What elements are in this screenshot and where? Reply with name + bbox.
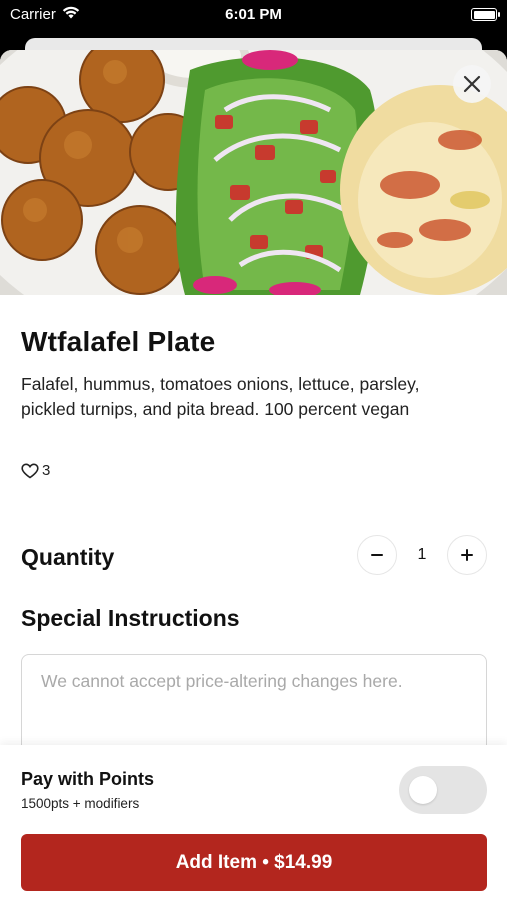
battery-fill [473,10,495,19]
plus-icon [461,549,473,561]
item-sheet: Wtfalafel Plate Falafel, hummus, tomatoe… [0,50,507,900]
close-button[interactable] [453,65,491,103]
item-description: Falafel, hummus, tomatoes onions, lettuc… [21,374,420,419]
status-bar: Carrier 6:01 PM [0,0,507,30]
quantity-label: Quantity [21,544,115,570]
quantity-stepper: 1 [357,535,487,575]
points-subtitle: 1500pts + modifiers [21,796,140,811]
decrement-button[interactable] [357,535,397,575]
minus-icon [371,554,383,556]
falafel-plate-illustration [0,50,507,295]
instructions-label: Special Instructions [21,605,240,631]
close-icon [463,75,481,93]
status-time: 6:01 PM [225,6,282,23]
likes-button[interactable]: 3 [21,462,50,479]
quantity-value: 1 [417,546,427,563]
item-title: Wtfalafel Plate [21,326,216,357]
pay-with-points-label: Pay with Points [21,769,155,789]
increment-button[interactable] [447,535,487,575]
pay-with-points-toggle[interactable] [399,766,487,814]
toggle-knob [409,776,437,804]
add-item-button[interactable]: Add Item • $14.99 [21,834,487,891]
footer-panel: Pay with Points 1500pts + modifiers Add … [0,745,507,900]
battery-icon [471,8,500,21]
heart-icon [21,462,39,478]
likes-count: 3 [42,462,51,479]
item-image [0,50,507,295]
